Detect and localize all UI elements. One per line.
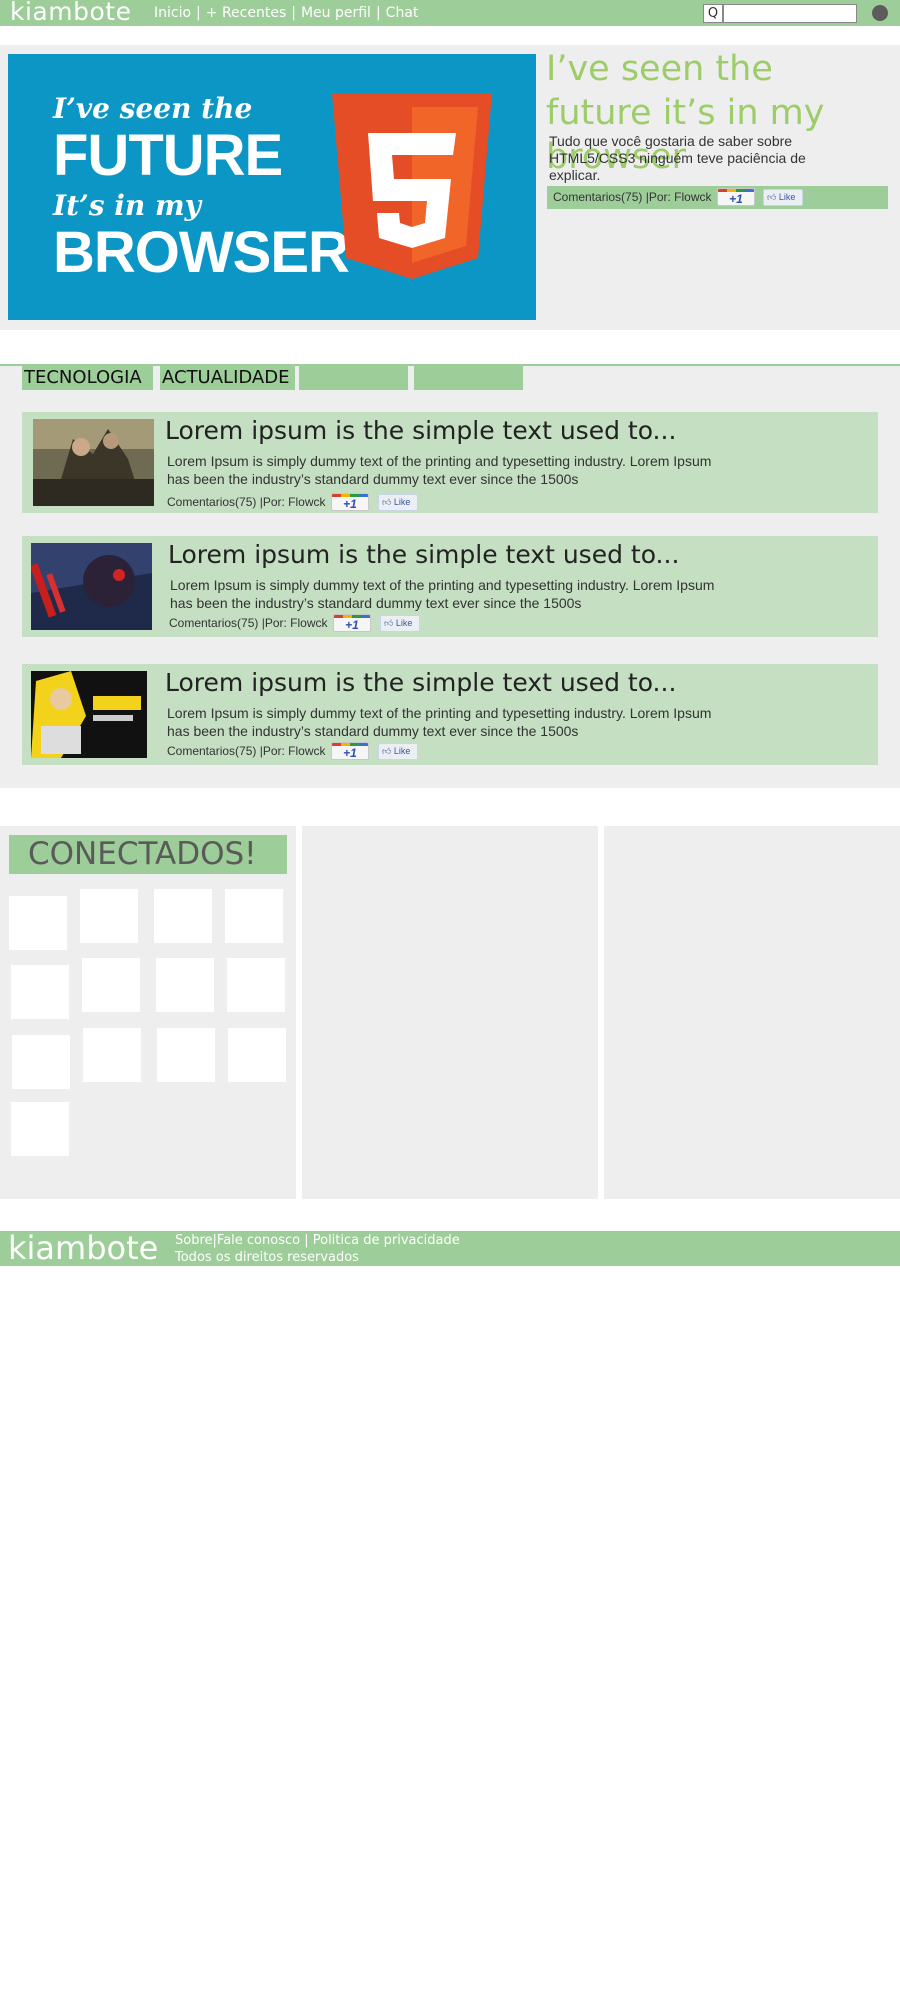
gplus-label: +1 [345,618,359,632]
avatar[interactable] [228,1028,286,1082]
footer-copyright: Todos os direitos reservados [175,1250,359,1265]
avatar[interactable] [157,1028,215,1082]
nav-item-chat[interactable]: Chat [386,5,419,21]
like-label: Like [393,746,411,756]
gplus-label: +1 [343,746,357,760]
nav-item-meu-perfil[interactable]: Meu perfil [301,5,371,21]
google-plus-button[interactable]: +1 [333,614,371,632]
category-section: TECNOLOGIA ACTUALIDADE Lorem ipsum is th… [0,366,900,788]
like-label: Like [395,618,413,628]
gplus-label: +1 [343,497,357,511]
tab-tecnologia[interactable]: TECNOLOGIA [22,366,153,390]
footer-link-privacidade[interactable]: Politica de privacidade [313,1233,460,1248]
post-meta[interactable]: Comentarios(75) |Por: Flowck [169,616,328,630]
connected-users-title: CONECTADOS! [9,835,287,874]
main-nav: Inicio | + Recentes | Meu perfil | Chat [154,5,418,21]
nav-separator: | [375,5,381,21]
tab-actualidade[interactable]: ACTUALIDADE [160,366,295,390]
featured-meta-bar: Comentarios(75) |Por: Flowck +1 👍︎ Like [547,186,888,209]
search-icon[interactable]: Q [703,4,723,23]
gplus-label: +1 [729,192,743,206]
facebook-like-button[interactable]: 👍︎ Like [380,615,420,632]
post-meta[interactable]: Comentarios(75) |Por: Flowck [167,744,326,758]
user-dot-icon[interactable] [872,5,888,21]
post-card[interactable]: Lorem ipsum is the simple text used to..… [22,536,878,637]
avatar[interactable] [12,1035,70,1089]
featured-description: Tudo que você gostaria de saber sobre HT… [549,133,806,183]
footer-links: Sobre|Fale conosco | Politica de privaci… [175,1233,460,1248]
like-label: Like [393,497,411,507]
footer-link-sobre[interactable]: Sobre [175,1233,213,1248]
nav-separator: | [291,5,296,21]
post-thumbnail-art [31,543,152,630]
tab-empty-1[interactable] [299,366,408,390]
like-label: Like [778,192,796,202]
avatar[interactable] [83,1028,141,1082]
avatar[interactable] [154,889,212,943]
avatar[interactable] [11,1102,69,1156]
featured-article: I’ve seen the FUTURE It’s in my BROWSER … [0,45,900,330]
post-meta[interactable]: Comentarios(75) |Por: Flowck [553,190,712,204]
post-description: Lorem Ipsum is simply dummy text of the … [167,453,712,487]
google-plus-button[interactable]: +1 [717,188,755,206]
post-title[interactable]: Lorem ipsum is the simple text used to..… [165,668,676,697]
right-panel [604,826,900,1199]
post-thumbnail-art [33,419,154,506]
post-thumbnail-art [31,671,147,758]
footer: kiambote Sobre|Fale conosco | Politica d… [0,1229,900,1267]
connected-users-panel: CONECTADOS! [0,826,296,1199]
nav-separator: | [196,5,201,21]
search-input[interactable] [723,4,857,23]
avatar[interactable] [80,889,138,943]
featured-image-line: I’ve seen the [53,92,253,125]
featured-image-line: BROWSER [53,220,350,285]
footer-logo[interactable]: kiambote [8,1229,158,1267]
site-logo[interactable]: kiambote [10,0,131,26]
google-plus-button[interactable]: +1 [331,493,369,511]
thumbs-up-icon: 👍︎ [384,618,394,628]
html5-shield-icon [332,93,492,279]
facebook-like-button[interactable]: 👍︎ Like [378,494,418,511]
featured-image-line: It’s in my [53,189,201,222]
thumbs-up-icon: 👍︎ [382,746,392,756]
facebook-like-button[interactable]: 👍︎ Like [378,743,418,760]
google-plus-button[interactable]: +1 [331,742,369,760]
post-description: Lorem Ipsum is simply dummy text of the … [170,577,715,611]
footer-link-fale-conosco[interactable]: Fale conosco [217,1233,300,1248]
post-title[interactable]: Lorem ipsum is the simple text used to..… [165,416,676,445]
page: kiambote Inicio | + Recentes | Meu perfil | Ch… [0,0,900,2000]
post-card[interactable]: Lorem ipsum is the simple text used to..… [22,412,878,513]
top-bar: kiambote Inicio | + Recentes | Meu perfil | Ch… [0,0,900,26]
avatar[interactable] [82,958,140,1012]
post-thumbnail[interactable] [31,543,152,630]
featured-image-line: FUTURE [53,123,283,188]
post-title[interactable]: Lorem ipsum is the simple text used to..… [168,540,679,569]
avatar[interactable] [156,958,214,1012]
avatar[interactable] [9,896,67,950]
middle-panel [302,826,598,1199]
post-description: Lorem Ipsum is simply dummy text of the … [167,705,712,739]
avatar[interactable] [225,889,283,943]
avatar[interactable] [227,958,285,1012]
post-thumbnail[interactable] [31,671,147,758]
thumbs-up-icon: 👍︎ [382,497,392,507]
nav-item-inicio[interactable]: Inicio [154,5,191,21]
thumbs-up-icon: 👍︎ [767,192,777,202]
featured-image[interactable]: I’ve seen the FUTURE It’s in my BROWSER [8,54,536,320]
tab-empty-2[interactable] [414,366,523,390]
post-card[interactable]: Lorem ipsum is the simple text used to..… [22,664,878,765]
avatar[interactable] [11,965,69,1019]
post-thumbnail[interactable] [33,419,154,506]
post-meta[interactable]: Comentarios(75) |Por: Flowck [167,495,326,509]
nav-item-recentes[interactable]: + Recentes [206,5,286,21]
facebook-like-button[interactable]: 👍︎ Like [763,189,803,206]
